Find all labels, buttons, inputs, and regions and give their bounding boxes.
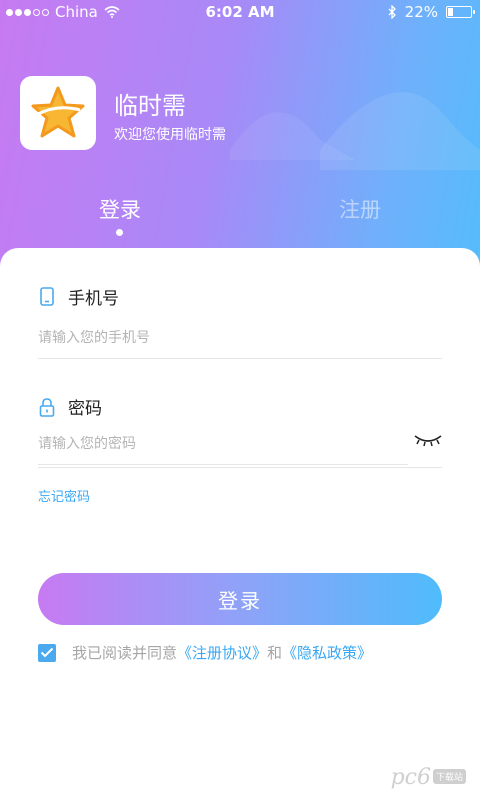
password-input[interactable]: [38, 424, 408, 465]
watermark-text: pc6: [390, 765, 431, 790]
app-logo: [20, 76, 96, 150]
tab-login[interactable]: 登录: [60, 194, 180, 224]
bluetooth-icon: [388, 5, 396, 19]
privacy-link[interactable]: 《隐私政策》: [282, 642, 372, 663]
forgot-password-link[interactable]: 忘记密码: [38, 486, 90, 505]
password-divider: [38, 467, 442, 468]
watermark-badge: 下载站: [432, 769, 466, 784]
battery-icon: [446, 6, 475, 18]
agreement-conj: 和: [267, 644, 283, 662]
login-button[interactable]: 登录: [38, 573, 442, 625]
header-banner: China 6:02 AM 22% 临时需 欢迎您使用临时需 登录 注册: [0, 0, 480, 270]
phone-icon: [38, 287, 56, 307]
password-label-text: 密码: [68, 399, 102, 419]
battery-percent: 22%: [404, 3, 438, 21]
lock-icon: [38, 397, 56, 417]
app-title: 临时需: [114, 92, 186, 120]
password-field-label: 密码: [38, 394, 102, 419]
tab-register[interactable]: 注册: [300, 194, 420, 224]
agreement-checkbox[interactable]: [38, 643, 56, 662]
eye-closed-icon[interactable]: [414, 432, 442, 448]
watermark-logo: pc6 下载站: [391, 765, 466, 790]
checkmark-icon: [40, 647, 54, 658]
agreement-row: 我已阅读并同意 《注册协议》 和 《隐私政策》: [38, 642, 372, 663]
phone-label-text: 手机号: [68, 289, 119, 309]
agreement-prefix: 我已阅读并同意: [72, 644, 178, 662]
terms-link[interactable]: 《注册协议》: [177, 642, 267, 663]
star-icon: [31, 86, 85, 138]
phone-field-label: 手机号: [38, 284, 119, 309]
phone-input[interactable]: [38, 318, 442, 359]
tab-active-indicator: [116, 229, 123, 236]
app-welcome-text: 欢迎您使用临时需: [114, 127, 226, 143]
status-bar: China 6:02 AM 22%: [0, 0, 480, 24]
